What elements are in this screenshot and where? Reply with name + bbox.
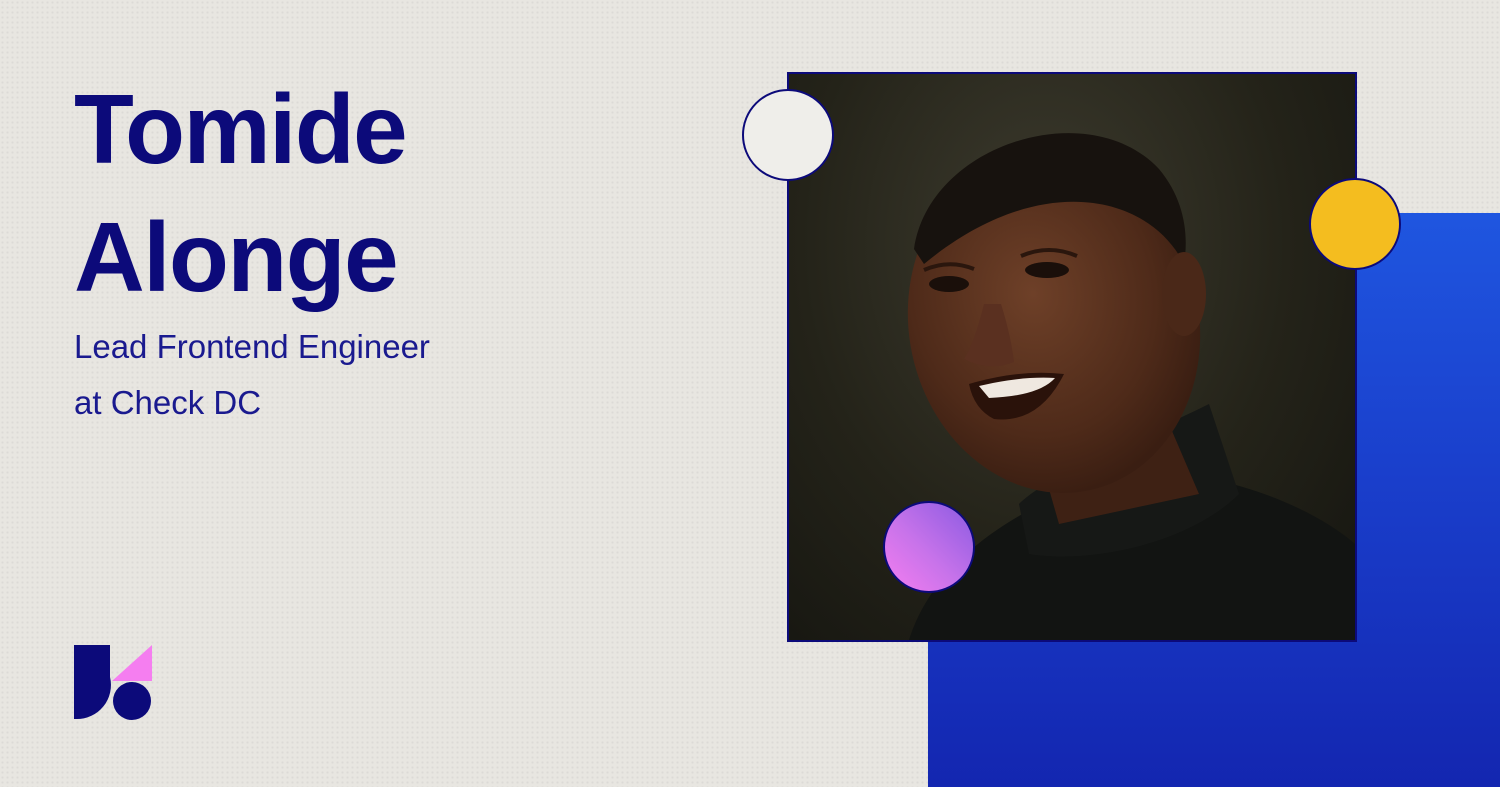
right-eye xyxy=(1025,262,1069,278)
speaker-role: Lead Frontend Engineer xyxy=(74,328,430,365)
white-circle-icon xyxy=(742,89,834,181)
yellow-circle-icon xyxy=(1309,178,1401,270)
portrait-illustration xyxy=(907,133,1355,640)
purple-gradient-circle-icon xyxy=(883,501,975,593)
left-eye xyxy=(929,276,969,292)
speaker-last-name: Alonge xyxy=(74,202,399,312)
brand-logo-icon xyxy=(74,645,152,720)
speaker-first-name: Tomide xyxy=(74,74,408,184)
speaker-card: Tomide Alonge Lead Frontend Engineer at … xyxy=(0,0,1500,787)
ear xyxy=(1162,252,1206,336)
speaker-photo xyxy=(787,72,1357,642)
speaker-company: at Check DC xyxy=(74,384,262,421)
